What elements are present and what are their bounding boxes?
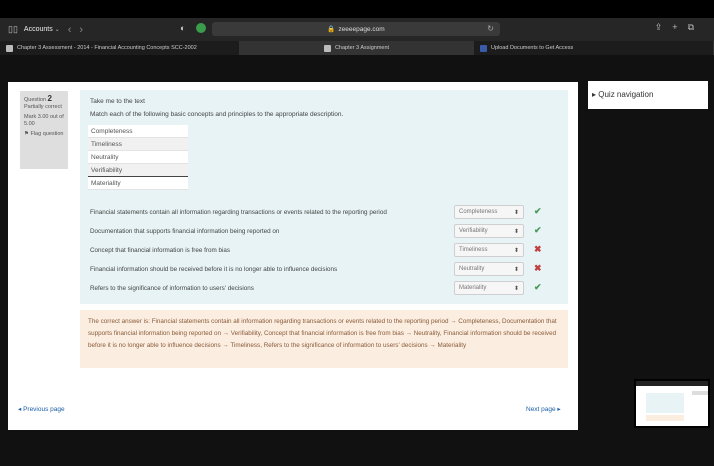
- select-arrow-icon: ⬍: [513, 286, 519, 292]
- match-statement: Financial information should be received…: [90, 266, 338, 273]
- correct-check-icon: ✔: [534, 282, 542, 292]
- match-statement: Concept that financial information is fr…: [90, 247, 230, 254]
- select-arrow-icon: ⬍: [513, 229, 519, 235]
- forward-icon[interactable]: ›: [79, 24, 83, 36]
- correct-check-icon: ✔: [534, 225, 542, 235]
- correct-answer-feedback: The correct answer is: Financial stateme…: [80, 310, 568, 368]
- match-statement: Financial statements contain all informa…: [90, 209, 387, 216]
- address-bar[interactable]: 🔒 zeeeepage.com ↻: [212, 22, 500, 36]
- tab-bar: Chapter 3 Assessment - 2014 - Financial …: [0, 41, 714, 55]
- option-item: Verifiability: [88, 164, 188, 177]
- toolbar-actions[interactable]: ⇪+⧉: [655, 22, 704, 33]
- answer-select[interactable]: Materiality ⬍: [454, 281, 524, 295]
- tab-assessment[interactable]: Chapter 3 Assessment - 2014 - Financial …: [0, 41, 240, 55]
- match-row: Financial information should be received…: [90, 262, 560, 281]
- match-row: Refers to the significance of informatio…: [90, 281, 560, 300]
- incorrect-x-icon: ✖: [534, 244, 542, 254]
- incorrect-x-icon: ✖: [534, 263, 542, 273]
- match-statement: Refers to the significance of informatio…: [90, 285, 254, 292]
- match-row: Documentation that supports financial in…: [90, 224, 560, 243]
- shield-icon[interactable]: ◐: [180, 23, 185, 33]
- answer-select[interactable]: Timeliness ⬍: [454, 243, 524, 257]
- extension-icon[interactable]: [196, 23, 206, 33]
- option-item: Completeness: [88, 125, 188, 138]
- flag-question[interactable]: ⚑ Flag question: [24, 131, 64, 138]
- favicon-icon: [323, 44, 331, 52]
- sidebar-toggle-icon[interactable]: ▯▯: [8, 24, 18, 35]
- caret-right-icon: ▸: [592, 90, 597, 99]
- question-number: 2: [47, 94, 52, 103]
- answer-select[interactable]: Completeness ⬍: [454, 205, 524, 219]
- question-box: Take me to the text Match each of the fo…: [80, 90, 568, 304]
- option-item: Materiality: [88, 177, 188, 190]
- screenshot-thumbnail[interactable]: [634, 379, 710, 428]
- answer-select[interactable]: Verifiability ⬍: [454, 224, 524, 238]
- favicon-icon: [480, 44, 487, 52]
- question-title: Take me to the text: [90, 98, 145, 105]
- option-item: Timeliness: [88, 138, 188, 151]
- question-status: Partially correct: [24, 104, 62, 110]
- next-page-link[interactable]: Next page ▸: [526, 405, 561, 413]
- reload-icon[interactable]: ↻: [487, 24, 494, 33]
- url-text: zeeeepage.com: [338, 25, 385, 33]
- lock-icon: 🔒: [327, 26, 336, 33]
- quiz-navigation-block[interactable]: ▸ Quiz navigation: [588, 81, 708, 109]
- concept-options-list: Completeness Timeliness Neutrality Verif…: [88, 125, 188, 190]
- quiz-page: Question 2 Partially correct Mark 3.00 o…: [8, 82, 578, 430]
- match-row: Concept that financial information is fr…: [90, 243, 560, 262]
- chevron-down-icon[interactable]: ⌄: [55, 26, 60, 33]
- back-icon[interactable]: ‹: [68, 24, 72, 36]
- option-item: Neutrality: [88, 151, 188, 164]
- match-statement: Documentation that supports financial in…: [90, 228, 280, 235]
- answer-select[interactable]: Neutrality ⬍: [454, 262, 524, 276]
- tab-upload[interactable]: Upload Documents to Get Access: [474, 41, 714, 55]
- browser-toolbar: ▯▯ Accounts ⌄ ‹ › ◐ 🔒 zeeeepage.com ↻ ⇪+…: [0, 18, 714, 41]
- select-arrow-icon: ⬍: [513, 210, 519, 216]
- question-instruction: Match each of the following basic concep…: [90, 111, 344, 118]
- question-mark: Mark 3.00 out of 5.00: [24, 114, 64, 127]
- favicon-icon: [6, 44, 13, 52]
- correct-check-icon: ✔: [534, 206, 542, 216]
- select-arrow-icon: ⬍: [513, 267, 519, 273]
- question-info: Question 2 Partially correct Mark 3.00 o…: [20, 91, 68, 169]
- match-row: Financial statements contain all informa…: [90, 205, 560, 224]
- tab-assignment[interactable]: Chapter 3 Assignment: [240, 41, 474, 55]
- flag-icon: ⚑: [24, 131, 29, 137]
- screen-top-bar: [0, 0, 714, 18]
- select-arrow-icon: ⬍: [513, 248, 519, 254]
- accounts-menu[interactable]: Accounts: [24, 26, 53, 33]
- previous-page-link[interactable]: ◂ Previous page: [18, 405, 65, 413]
- match-rows: Financial statements contain all informa…: [90, 205, 560, 300]
